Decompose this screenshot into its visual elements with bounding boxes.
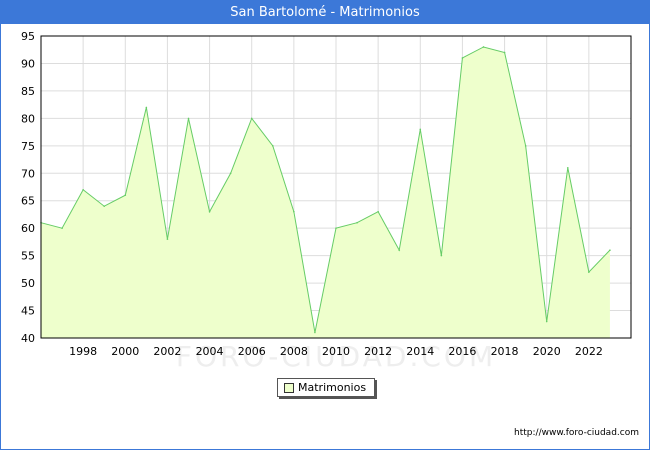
data-point — [145, 106, 148, 109]
data-point — [166, 238, 169, 240]
data-point — [208, 210, 211, 213]
y-tick-label: 40 — [21, 332, 35, 345]
data-point — [187, 117, 190, 120]
x-tick-label: 1998 — [69, 345, 97, 358]
chart-frame: San Bartolomé - Matrimonios FORO-CIUDAD.… — [0, 0, 650, 450]
x-tick-label: 2000 — [111, 345, 139, 358]
data-point — [609, 249, 611, 251]
legend-swatch — [284, 383, 294, 393]
x-tick-label: 2010 — [322, 345, 350, 358]
y-tick-label: 65 — [21, 195, 35, 208]
data-point — [103, 205, 106, 208]
x-tick-label: 2018 — [491, 345, 519, 358]
data-point — [566, 166, 569, 169]
x-tick-label: 2002 — [153, 345, 181, 358]
x-tick-label: 2016 — [448, 345, 476, 358]
y-tick-label: 70 — [21, 167, 35, 180]
data-point — [356, 221, 358, 224]
data-point — [124, 194, 127, 197]
data-point — [335, 227, 337, 229]
x-tick-label: 2020 — [533, 345, 561, 358]
x-tick-label: 2022 — [575, 345, 603, 358]
y-tick-label: 80 — [21, 112, 35, 125]
data-point — [524, 145, 527, 147]
data-point — [377, 210, 379, 213]
legend-label: Matrimonios — [298, 381, 367, 394]
y-tick-label: 95 — [21, 30, 35, 43]
x-tick-label: 2006 — [238, 345, 266, 358]
data-point — [503, 51, 506, 54]
data-point — [482, 46, 485, 48]
data-point — [61, 227, 63, 229]
y-tick-label: 45 — [21, 305, 35, 318]
data-point — [545, 320, 548, 323]
data-point — [271, 145, 274, 147]
data-point — [293, 210, 295, 213]
data-point — [250, 117, 253, 120]
legend: Matrimonios — [277, 378, 375, 397]
x-tick-label: 2012 — [364, 345, 392, 358]
x-tick-label: 2008 — [280, 345, 308, 358]
data-point — [440, 254, 443, 257]
x-tick-label: 2014 — [406, 345, 434, 358]
data-point — [588, 271, 590, 273]
y-tick-label: 55 — [21, 250, 35, 263]
y-tick-label: 90 — [21, 57, 35, 70]
footer-url: http://www.foro-ciudad.com — [514, 428, 639, 438]
y-tick-label: 75 — [21, 140, 35, 153]
data-point — [82, 188, 84, 191]
y-tick-label: 60 — [21, 222, 35, 235]
y-tick-label: 50 — [21, 277, 35, 290]
data-point — [314, 331, 316, 334]
data-point — [419, 128, 422, 131]
data-point — [229, 172, 232, 175]
x-tick-label: 2004 — [196, 345, 224, 358]
data-point — [461, 57, 464, 59]
data-point — [398, 249, 401, 251]
y-tick-label: 85 — [21, 85, 35, 98]
